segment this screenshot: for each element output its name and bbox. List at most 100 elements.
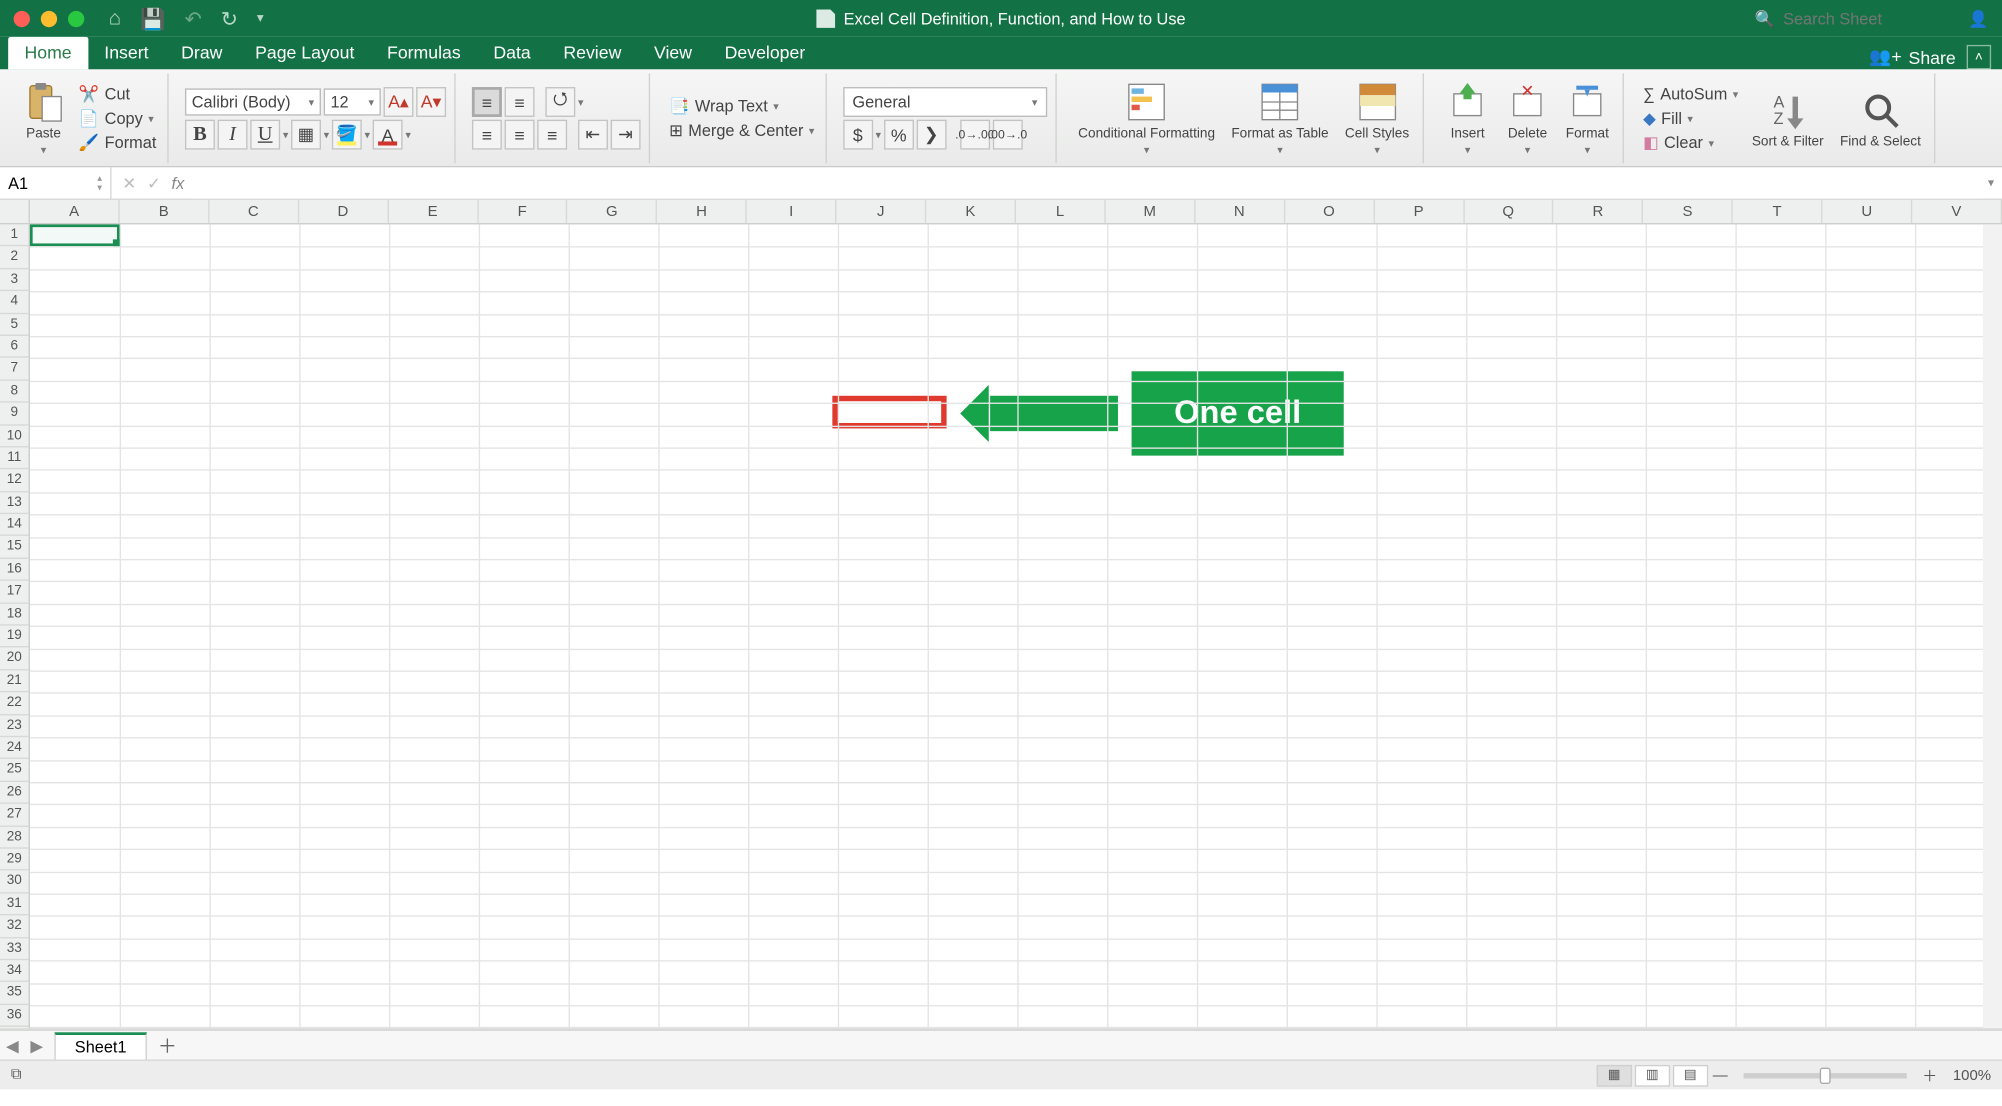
sort-filter-button[interactable]: AZ Sort & Filter [1746,85,1829,152]
feedback-icon[interactable]: 👤 [1968,9,1988,28]
align-center-button[interactable]: ≡ [505,120,535,150]
row-header[interactable]: 10 [0,425,29,447]
tab-developer[interactable]: Developer [708,37,821,70]
vertical-scrollbar[interactable] [1983,224,2002,1028]
redo-icon[interactable]: ↻ [221,6,238,30]
row-header[interactable]: 2 [0,247,29,269]
row-header[interactable]: 14 [0,514,29,536]
column-headers[interactable]: ABCDEFGHIJKLMNOPQRSTUV [30,200,2002,224]
delete-cells-button[interactable]: ✕ Delete▾ [1500,78,1554,160]
add-sheet-button[interactable]: ＋ [152,1032,182,1059]
zoom-slider-thumb[interactable] [1820,1067,1831,1083]
font-size-select[interactable]: 12▾ [324,88,381,115]
borders-button[interactable]: ▦ [291,120,321,150]
number-format-select[interactable]: General▾ [843,87,1047,117]
row-header[interactable]: 30 [0,871,29,893]
tab-draw[interactable]: Draw [165,37,239,70]
row-header[interactable]: 22 [0,693,29,715]
row-header[interactable]: 3 [0,269,29,291]
format-cells-button[interactable]: Format▾ [1560,78,1614,160]
tab-view[interactable]: View [638,37,709,70]
search-box[interactable]: 🔍 👤 [1755,9,2002,28]
next-sheet-button[interactable]: ▶ [24,1036,48,1055]
fill-color-button[interactable]: 🪣 [332,120,362,150]
column-header[interactable]: F [478,200,568,223]
column-header[interactable]: U [1823,200,1913,223]
tab-page-layout[interactable]: Page Layout [239,37,371,70]
row-header[interactable]: 18 [0,603,29,625]
paste-button[interactable]: Paste ▾ [16,78,70,160]
close-window-button[interactable] [14,10,30,26]
tab-formulas[interactable]: Formulas [371,37,477,70]
column-header[interactable]: D [299,200,389,223]
column-header[interactable]: I [747,200,837,223]
row-header[interactable]: 33 [0,938,29,960]
row-header[interactable]: 1 [0,224,29,246]
column-header[interactable]: N [1195,200,1285,223]
name-box[interactable]: A1 ▴▾ [0,167,112,198]
row-header[interactable]: 32 [0,915,29,937]
name-box-stepper[interactable]: ▴▾ [97,173,102,192]
row-header[interactable]: 20 [0,648,29,670]
row-header[interactable]: 16 [0,559,29,581]
wrap-text-button[interactable]: 📑Wrap Text ▾ [666,95,817,117]
share-button[interactable]: 👥+ Share [1869,46,1955,68]
align-middle-button[interactable]: ≡ [505,87,535,117]
decrease-font-button[interactable]: A▾ [416,87,446,117]
row-header[interactable]: 11 [0,447,29,469]
zoom-out-button[interactable]: — [1711,1067,1730,1083]
column-header[interactable]: E [388,200,478,223]
expand-formula-bar-button[interactable]: ▾ [1980,175,2002,190]
tab-review[interactable]: Review [547,37,638,70]
align-right-button[interactable]: ≡ [537,120,567,150]
column-header[interactable]: A [30,200,120,223]
select-all-corner[interactable] [0,200,30,224]
column-header[interactable]: S [1643,200,1733,223]
row-header[interactable]: 13 [0,492,29,514]
currency-button[interactable]: $ [843,120,873,150]
row-header[interactable]: 24 [0,737,29,759]
page-break-view-button[interactable]: ▤ [1673,1064,1708,1086]
decrease-decimal-button[interactable]: .00→.0 [993,120,1023,150]
cell-styles-button[interactable]: Cell Styles▾ [1339,78,1414,160]
row-header[interactable]: 6 [0,336,29,358]
minimize-window-button[interactable] [41,10,57,26]
column-header[interactable]: R [1554,200,1644,223]
conditional-formatting-button[interactable]: Conditional Formatting▾ [1073,78,1221,160]
column-header[interactable]: L [1016,200,1106,223]
normal-view-button[interactable]: ▦ [1597,1064,1632,1086]
merge-center-button[interactable]: ⊞Merge & Center ▾ [666,120,817,142]
column-header[interactable]: T [1733,200,1823,223]
cut-button[interactable]: ✂️Cut [76,83,159,105]
home-icon[interactable]: ⌂ [109,7,121,30]
column-header[interactable]: G [568,200,658,223]
row-header[interactable]: 29 [0,849,29,871]
row-header[interactable]: 19 [0,626,29,648]
row-header[interactable]: 15 [0,536,29,558]
column-header[interactable]: C [209,200,299,223]
row-header[interactable]: 23 [0,715,29,737]
italic-button[interactable]: I [218,120,248,150]
underline-button[interactable]: U [250,120,280,150]
row-header[interactable]: 25 [0,759,29,781]
row-header[interactable]: 4 [0,291,29,313]
clear-button[interactable]: ◧Clear ▾ [1640,132,1741,154]
save-icon[interactable]: 💾 [140,6,165,30]
align-bottom-button[interactable]: ≡ [472,87,502,117]
row-header[interactable]: 36 [0,1005,29,1027]
insert-cells-button[interactable]: Insert▾ [1440,78,1494,160]
row-header[interactable]: 35 [0,982,29,1004]
customize-qat-icon[interactable]: ▾ [257,11,264,26]
font-color-button[interactable]: A [373,120,403,150]
format-painter-button[interactable]: 🖌️Format [76,132,159,154]
copy-button[interactable]: 📄Copy▾ [76,107,159,129]
increase-decimal-button[interactable]: .0→.00 [960,120,990,150]
increase-indent-button[interactable]: ⇥ [611,120,641,150]
row-header[interactable]: 12 [0,470,29,492]
row-header[interactable]: 8 [0,380,29,402]
font-name-select[interactable]: Calibri (Body)▾ [185,88,321,115]
page-layout-view-button[interactable]: ▥ [1635,1064,1670,1086]
fill-button[interactable]: ◆Fill ▾ [1640,107,1741,129]
zoom-in-button[interactable]: ＋ [1920,1064,1939,1086]
row-header[interactable]: 28 [0,826,29,848]
